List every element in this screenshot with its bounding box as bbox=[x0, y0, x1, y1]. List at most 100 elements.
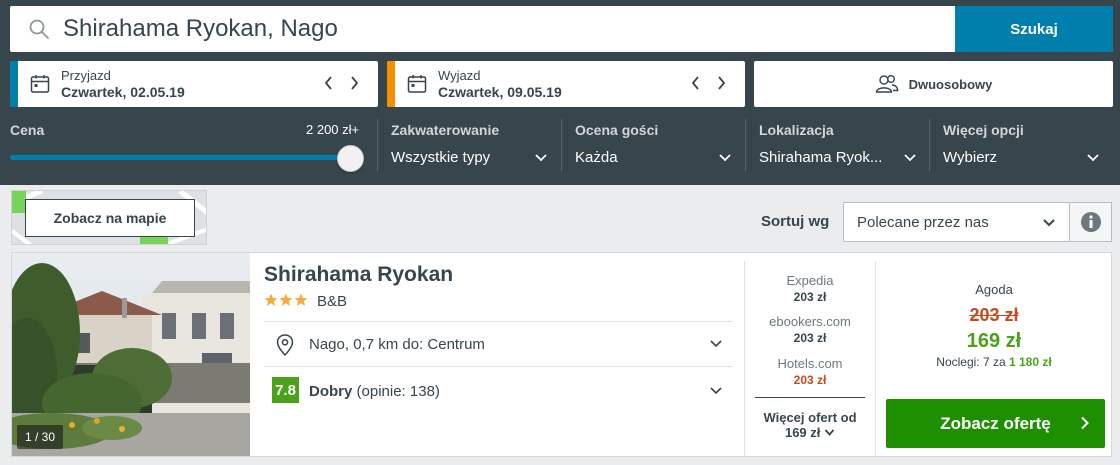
more-offers-label: Więcej ofert od bbox=[763, 410, 857, 425]
top-filter-bar: Szukaj Przyjazd Czwartek, 02.05.19 bbox=[0, 0, 1120, 185]
card-separator bbox=[264, 321, 732, 322]
checkin-date-picker[interactable]: Przyjazd Czwartek, 02.05.19 bbox=[10, 61, 378, 107]
info-icon bbox=[1080, 212, 1101, 232]
offer-site: Hotels.com bbox=[777, 356, 843, 371]
hotel-photo[interactable]: 1 / 30 bbox=[12, 253, 250, 456]
hotel-location[interactable]: Nago, 0,7 km do: Centrum bbox=[309, 336, 485, 353]
rating-summary[interactable]: Dobry (opinie: 138) bbox=[309, 383, 440, 400]
filter-divider bbox=[745, 119, 746, 171]
chevron-down-icon bbox=[1087, 154, 1099, 162]
sort-info-button[interactable] bbox=[1070, 202, 1112, 242]
offer-price: 203 zł bbox=[793, 373, 827, 387]
calendar-icon bbox=[407, 75, 427, 93]
location-filter-value: Shirahama Ryok... bbox=[759, 149, 883, 166]
chevron-right-icon bbox=[717, 76, 725, 90]
checkin-prev-button[interactable] bbox=[320, 73, 336, 93]
rating-count: (opinie: 138) bbox=[356, 383, 440, 400]
sort-dropdown[interactable]: Polecane przez nas bbox=[843, 202, 1070, 242]
more-offers-price: 169 zł bbox=[784, 425, 821, 440]
search-button[interactable]: Szukaj bbox=[955, 6, 1113, 52]
more-options-filter-value: Wybierz bbox=[943, 149, 998, 166]
offer-price: 203 zł bbox=[793, 331, 827, 345]
photo-counter: 1 / 30 bbox=[17, 425, 64, 449]
price-slider-handle[interactable] bbox=[337, 145, 364, 172]
more-options-filter-title: Więcej opcji bbox=[943, 122, 1024, 138]
location-filter[interactable]: Lokalizacja Shirahama Ryok... bbox=[759, 119, 919, 174]
guests-label: Dwuosobowy bbox=[908, 76, 993, 92]
hotel-stars bbox=[264, 293, 308, 307]
hotel-result-card: 1 / 30 Shirahama Ryokan B&B Nago, 0,7 km… bbox=[11, 252, 1112, 457]
chevron-down-icon[interactable] bbox=[709, 385, 723, 397]
checkin-label: Przyjazd bbox=[61, 68, 111, 83]
guest-rating-filter[interactable]: Ocena gości Każda bbox=[575, 119, 735, 174]
hotel-name[interactable]: Shirahama Ryokan bbox=[264, 263, 453, 287]
checkin-value: Czwartek, 02.05.19 bbox=[61, 84, 185, 100]
checkin-accent bbox=[10, 61, 18, 107]
hotel-type: B&B bbox=[317, 293, 348, 310]
filter-divider bbox=[377, 119, 378, 171]
price-filter-title: Cena bbox=[10, 122, 45, 138]
users-icon bbox=[875, 75, 899, 93]
rating-label: Dobry bbox=[309, 383, 353, 400]
calendar-icon bbox=[30, 75, 50, 93]
search-input[interactable] bbox=[63, 6, 943, 52]
chevron-left-icon bbox=[324, 76, 332, 90]
chevron-down-icon bbox=[824, 429, 835, 436]
chevron-down-icon[interactable] bbox=[709, 338, 723, 350]
checkin-next-button[interactable] bbox=[346, 73, 362, 93]
accommodation-filter[interactable]: Zakwaterowanie Wszystkie typy bbox=[391, 119, 551, 174]
rating-score-badge: 7.8 bbox=[272, 377, 299, 403]
chevron-left-icon bbox=[691, 76, 699, 90]
other-offers: Expedia 203 zł ebookers.com 203 zł Hotel… bbox=[745, 253, 875, 456]
card-separator bbox=[264, 366, 732, 367]
deal-site: Agoda bbox=[975, 282, 1013, 297]
checkout-date-picker[interactable]: Wyjazd Czwartek, 09.05.19 bbox=[387, 61, 745, 107]
location-filter-title: Lokalizacja bbox=[759, 122, 834, 138]
search-icon bbox=[29, 19, 49, 39]
map-preview[interactable]: Zobacz na mapie bbox=[11, 190, 207, 245]
chevron-right-icon bbox=[350, 76, 358, 90]
checkout-prev-button[interactable] bbox=[687, 73, 703, 93]
checkout-label: Wyjazd bbox=[438, 68, 481, 83]
best-deal: Agoda 203 zł 169 zł Noclegi: 7 za 1 180 … bbox=[876, 253, 1112, 456]
offer-site: ebookers.com bbox=[769, 314, 851, 329]
checkout-value: Czwartek, 09.05.19 bbox=[438, 84, 562, 100]
checkout-next-button[interactable] bbox=[713, 73, 729, 93]
view-deal-button[interactable]: Zobacz ofertę bbox=[886, 399, 1105, 448]
deal-nights-total: 1 180 zł bbox=[1009, 355, 1052, 369]
accommodation-filter-title: Zakwaterowanie bbox=[391, 122, 500, 138]
deal-price: 169 zł bbox=[966, 330, 1022, 352]
chevron-down-icon bbox=[1043, 219, 1055, 227]
more-options-filter[interactable]: Więcej opcji Wybierz bbox=[943, 119, 1103, 174]
chevron-down-icon bbox=[719, 154, 731, 162]
offer-hotels-com[interactable]: Hotels.com 203 zł bbox=[745, 356, 875, 387]
guest-rating-filter-title: Ocena gości bbox=[575, 122, 659, 138]
guests-selector[interactable]: Dwuosobowy bbox=[754, 61, 1113, 107]
offer-site: Expedia bbox=[786, 273, 834, 288]
checkout-accent bbox=[387, 61, 395, 107]
view-deal-label: Zobacz ofertę bbox=[940, 413, 1051, 433]
star-icon bbox=[264, 293, 278, 306]
filter-divider bbox=[929, 119, 930, 171]
location-pin-icon bbox=[276, 334, 294, 356]
chevron-down-icon bbox=[535, 154, 547, 162]
sort-dropdown-value: Polecane przez nas bbox=[857, 214, 989, 231]
offer-ebookers[interactable]: ebookers.com 203 zł bbox=[745, 314, 875, 345]
star-icon bbox=[279, 293, 293, 306]
guest-rating-filter-value: Każda bbox=[575, 149, 618, 166]
more-offers-button[interactable]: Więcej ofert od 169 zł bbox=[755, 397, 865, 440]
deal-old-price: 203 zł bbox=[969, 305, 1019, 325]
deal-nights: Noclegi: 7 za 1 180 zł bbox=[876, 355, 1112, 369]
offer-expedia[interactable]: Expedia 203 zł bbox=[745, 273, 875, 304]
search-bar: Szukaj bbox=[10, 6, 1113, 52]
offer-price: 203 zł bbox=[793, 290, 827, 304]
sort-label: Sortuj wg bbox=[761, 213, 830, 230]
star-icon bbox=[294, 293, 308, 306]
chevron-right-icon bbox=[1081, 416, 1089, 430]
price-max-label: 2 200 zł+ bbox=[306, 122, 360, 137]
deal-nights-text: Noclegi: 7 za bbox=[936, 355, 1006, 369]
filter-divider bbox=[561, 119, 562, 171]
price-slider-track[interactable] bbox=[10, 155, 350, 160]
view-on-map-button[interactable]: Zobacz na mapie bbox=[25, 199, 195, 237]
accommodation-filter-value: Wszystkie typy bbox=[391, 149, 491, 166]
